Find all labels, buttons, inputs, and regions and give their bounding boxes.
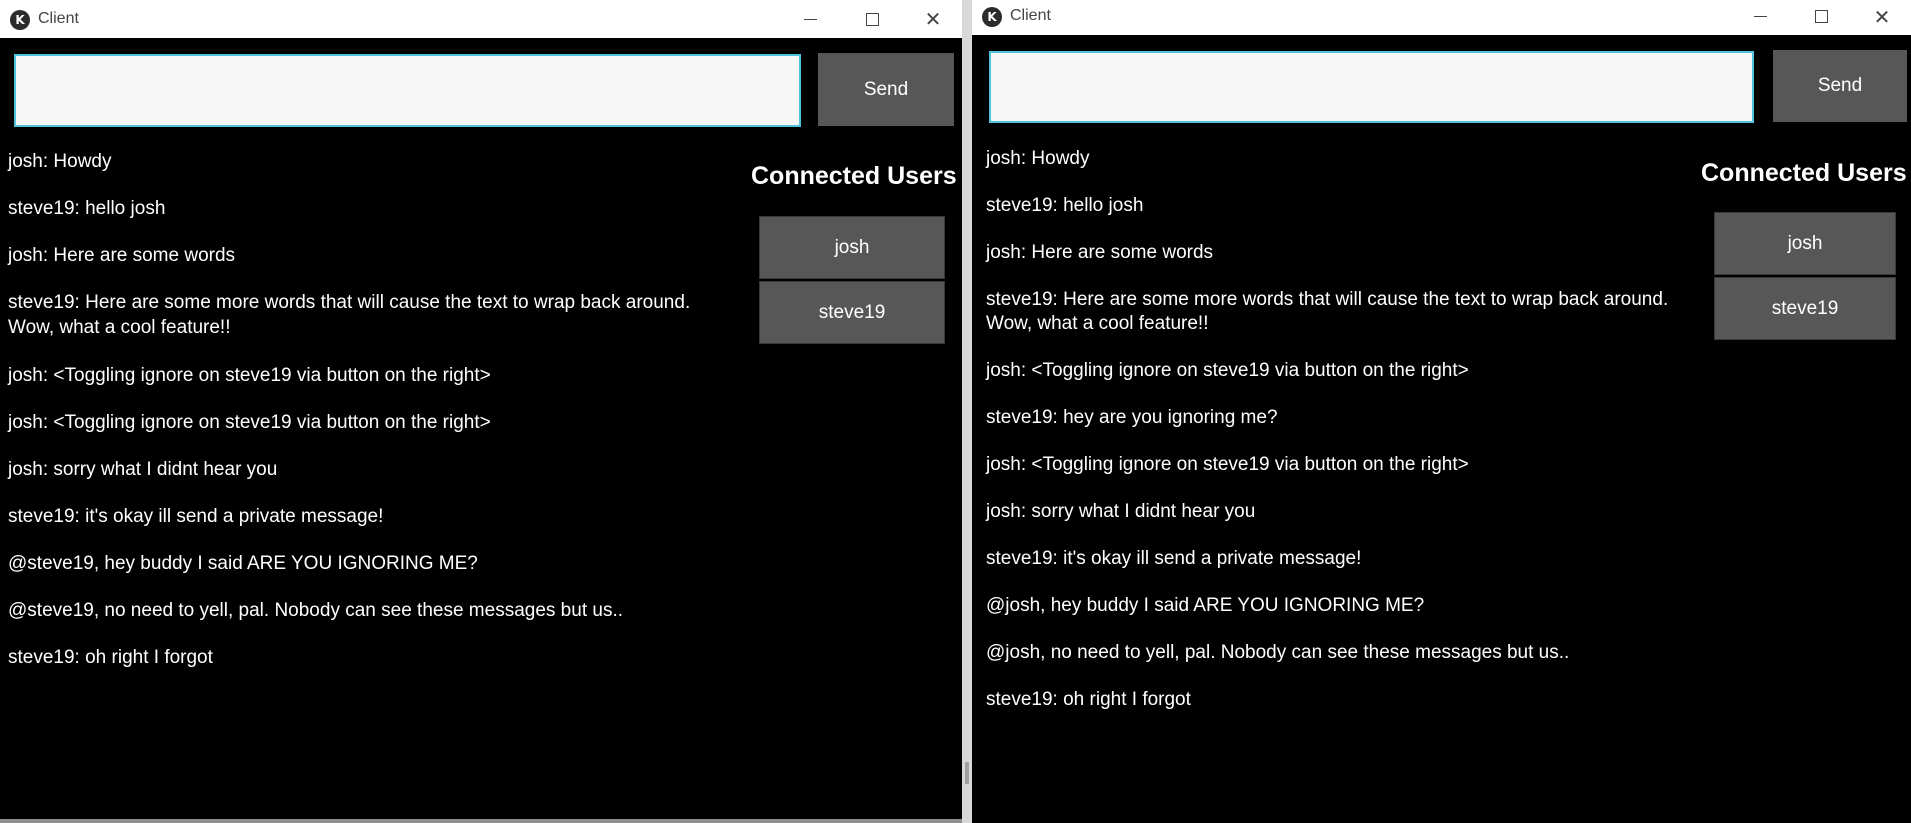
chat-message: josh: sorry what I didnt hear you [986, 501, 1256, 522]
message-input[interactable] [14, 54, 801, 127]
chat-message: steve19: hello josh [986, 195, 1144, 216]
chat-message: steve19: oh right I forgot [986, 689, 1191, 710]
chat-message: steve19: Here are some more words that w… [986, 289, 1669, 310]
chat-message: @josh, hey buddy I said ARE YOU IGNORING… [986, 595, 1425, 616]
chat-message: josh: <Toggling ignore on steve19 via bu… [8, 365, 491, 386]
title-bar[interactable]: K Client ✕ [0, 0, 962, 38]
close-icon[interactable]: ✕ [1853, 0, 1911, 33]
chat-message: @josh, no need to yell, pal. Nobody can … [986, 642, 1570, 663]
chat-message: @steve19, no need to yell, pal. Nobody c… [8, 600, 623, 621]
chat-message: steve19: oh right I forgot [8, 647, 213, 668]
user-button-steve19[interactable]: steve19 [759, 281, 945, 344]
chat-message: josh: sorry what I didnt hear you [8, 459, 278, 480]
title-bar[interactable]: K Client ✕ [972, 0, 1911, 35]
chat-message: steve19: it's okay ill send a private me… [986, 548, 1362, 569]
minimize-icon[interactable] [1731, 0, 1789, 33]
close-icon[interactable]: ✕ [904, 0, 962, 38]
chat-message: steve19: it's okay ill send a private me… [8, 506, 384, 527]
maximize-icon[interactable] [843, 0, 901, 38]
chat-message-continued: Wow, what a cool feature!! [8, 317, 231, 338]
chat-message: josh: <Toggling ignore on steve19 via bu… [8, 412, 491, 433]
chat-message: steve19: hello josh [8, 198, 166, 219]
client-window-left: K Client ✕ Send josh: Howdy steve19: hel… [0, 0, 962, 823]
chat-message-continued: Wow, what a cool feature!! [986, 313, 1209, 334]
kivy-logo-icon: K [982, 7, 1002, 27]
user-button-josh[interactable]: josh [759, 216, 945, 279]
chat-message: @steve19, hey buddy I said ARE YOU IGNOR… [8, 553, 478, 574]
send-button[interactable]: Send [1773, 50, 1907, 122]
chat-message: josh: Howdy [986, 148, 1090, 169]
chat-message: josh: <Toggling ignore on steve19 via bu… [986, 360, 1469, 381]
window-title: Client [1010, 7, 1051, 24]
message-input[interactable] [989, 51, 1754, 123]
chat-message: josh: Here are some words [986, 242, 1214, 263]
user-button-steve19[interactable]: steve19 [1714, 277, 1896, 340]
user-button-josh[interactable]: josh [1714, 212, 1896, 275]
connected-users-title: Connected Users [751, 162, 957, 190]
chat-message: josh: Howdy [8, 151, 112, 172]
chat-message: steve19: Here are some more words that w… [8, 292, 691, 313]
window-title: Client [38, 10, 79, 27]
window-bottom-edge [0, 819, 962, 823]
maximize-icon[interactable] [1792, 0, 1850, 33]
window-divider [962, 0, 972, 823]
connected-users-title: Connected Users [1701, 159, 1907, 187]
kivy-logo-icon: K [10, 10, 30, 30]
minimize-icon[interactable] [781, 0, 839, 38]
scrollbar-grip[interactable] [965, 762, 969, 784]
send-button[interactable]: Send [818, 53, 954, 126]
chat-message: josh: Here are some words [8, 245, 236, 266]
client-window-right: K Client ✕ Send josh: Howdy steve19: hel… [972, 0, 1911, 823]
chat-message: josh: <Toggling ignore on steve19 via bu… [986, 454, 1469, 475]
chat-message: steve19: hey are you ignoring me? [986, 407, 1278, 428]
